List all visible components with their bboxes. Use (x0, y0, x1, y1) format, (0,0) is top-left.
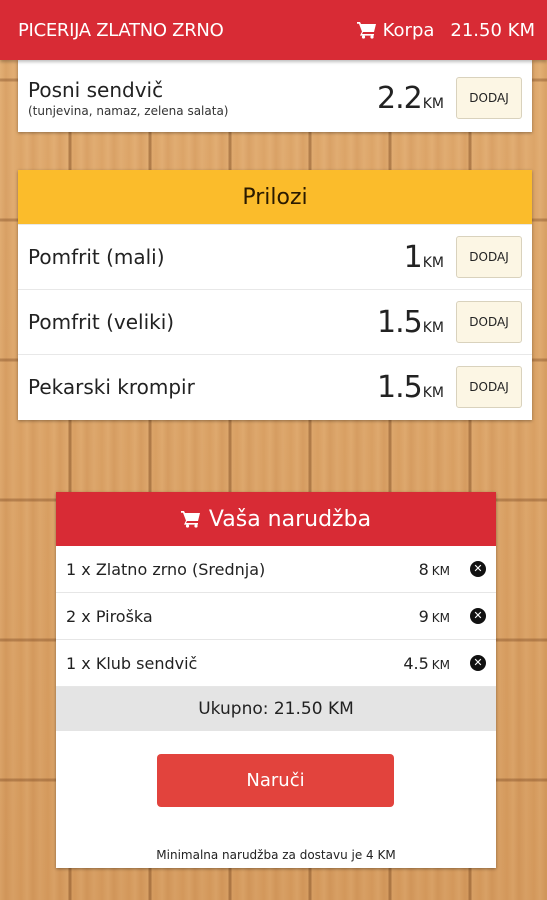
cart-button[interactable]: Korpa 21.50 KM (356, 19, 535, 41)
price-value: 1 (403, 239, 423, 275)
menu-item-name: Pomfrit (veliki) (28, 310, 175, 334)
price-currency: KM (422, 384, 444, 401)
order-item: 2 x Piroška 9 KM ✕ (56, 593, 496, 640)
add-button[interactable]: DODAJ (456, 236, 522, 278)
order-summary-card: Vaša narudžba 1 x Zlatno zrno (Srednja) … (56, 492, 496, 868)
cart-icon (356, 22, 376, 39)
order-total: Ukupno: 21.50 KM (56, 687, 496, 731)
order-button[interactable]: Naruči (157, 754, 394, 807)
menu-item: Pekarski krompir 1.5KM DODAJ (18, 354, 532, 419)
order-item-price: 9 KM (419, 607, 450, 626)
menu-item-description: (tunjevina, namaz, zelena salata) (28, 104, 229, 118)
brand-title[interactable]: PICERIJA ZLATNO ZRNO (18, 20, 224, 41)
order-item: 1 x Zlatno zrno (Srednja) 8 KM ✕ (56, 546, 496, 593)
order-title-bar: Vaša narudžba (56, 492, 496, 546)
price-value: 4.5 (403, 653, 429, 673)
menu-item: Pomfrit (veliki) 1.5KM DODAJ (18, 289, 532, 354)
menu-item-name: Pekarski krompir (28, 375, 195, 399)
menu-item-name: Posni sendvič (28, 78, 164, 102)
close-icon[interactable]: ✕ (470, 655, 486, 671)
price-currency: KM (431, 563, 450, 578)
menu-card-prilozi: Prilozi Pomfrit (mali) 1KM DODAJ Pomfrit… (18, 170, 532, 420)
close-icon[interactable]: ✕ (470, 561, 486, 577)
menu-item: Pomfrit (mali) 1KM DODAJ (18, 224, 532, 289)
price-value: 9 (418, 606, 429, 626)
price-value: 1.5 (377, 304, 423, 340)
close-icon[interactable]: ✕ (470, 608, 486, 624)
price-value: 2.2 (377, 80, 423, 116)
minimum-order-note: Minimalna narudžba za dostavu je 4 KM (156, 848, 396, 862)
order-item-price: 4.5 KM (403, 654, 450, 673)
price-currency: KM (422, 254, 444, 271)
cart-label: Korpa (382, 19, 435, 41)
menu-item-name: Pomfrit (mali) (28, 245, 165, 269)
cart-icon (180, 511, 200, 528)
cart-total: 21.50 KM (450, 19, 535, 41)
order-item: 1 x Klub sendvič 4.5 KM ✕ (56, 640, 496, 687)
menu-item: Posni sendvič (tunjevina, namaz, zelena … (18, 60, 532, 132)
order-title: Vaša narudžba (208, 506, 372, 532)
menu-item-price: 1.5KM (377, 305, 444, 340)
price-currency: KM (431, 610, 450, 625)
menu-card-sendvici: Posni sendvič (tunjevina, namaz, zelena … (18, 60, 532, 132)
order-item-text: 1 x Klub sendvič (66, 653, 198, 673)
price-currency: KM (431, 657, 450, 672)
price-value: 8 (418, 559, 429, 579)
menu-item-price: 1KM (404, 240, 444, 275)
order-item-text: 1 x Zlatno zrno (Srednja) (66, 559, 266, 579)
price-currency: KM (422, 319, 444, 336)
category-title: Prilozi (18, 170, 532, 224)
add-button[interactable]: DODAJ (456, 366, 522, 408)
add-button[interactable]: DODAJ (456, 301, 522, 343)
price-value: 1.5 (377, 369, 423, 405)
menu-item-price: 2.2KM (377, 81, 444, 116)
menu-item-price: 1.5KM (377, 370, 444, 405)
order-item-price: 8 KM (419, 560, 450, 579)
app-header: PICERIJA ZLATNO ZRNO Korpa 21.50 KM (0, 0, 547, 60)
add-button[interactable]: DODAJ (456, 77, 522, 119)
price-currency: KM (422, 95, 444, 112)
order-item-text: 2 x Piroška (66, 606, 153, 626)
